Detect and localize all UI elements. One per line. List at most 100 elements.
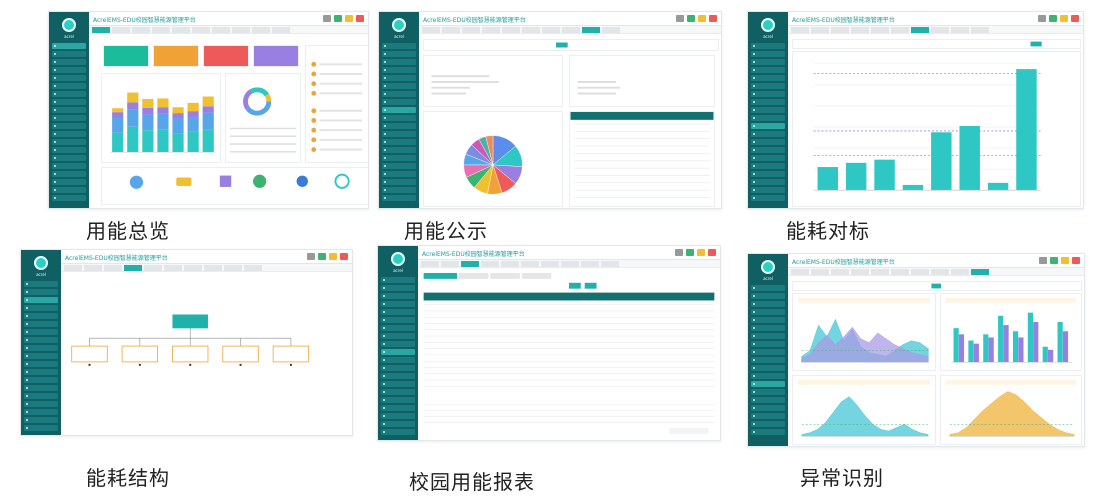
anomaly-chart-3	[792, 375, 936, 445]
filter-bar	[792, 39, 1081, 49]
kpi-card-electric	[103, 45, 149, 67]
stacked-bar-segment	[112, 112, 124, 118]
alert-banner	[945, 379, 1077, 385]
bar	[1003, 325, 1009, 363]
building-info-card	[423, 55, 563, 107]
tree-child-node	[272, 345, 310, 363]
settings-icon[interactable]	[1038, 15, 1046, 22]
ranking-table	[569, 111, 715, 207]
app-title: AcrelEMS-EDU校园智慧能源管理平台	[792, 17, 895, 24]
status-badge-red[interactable]	[1071, 15, 1079, 22]
bar	[1033, 321, 1039, 363]
status-badge-green[interactable]	[318, 253, 326, 260]
stacked-bar-segment	[202, 96, 214, 107]
app-topbar: AcrelEMS-EDU校园智慧能源管理平台	[788, 12, 1083, 26]
bar	[958, 334, 965, 363]
bar	[931, 132, 952, 191]
screenshot-gallery: acrel AcrelEMS-EDU校园智慧能源管理平台 用能总览 acrel …	[0, 0, 1116, 503]
publicity-screenshot: acrel AcrelEMS-EDU校园智慧能源管理平台	[378, 11, 722, 209]
energy-pie-chart	[463, 135, 523, 195]
status-badge-red[interactable]	[709, 15, 717, 22]
status-badge-yellow[interactable]	[697, 249, 705, 256]
app-sidebar: acrel	[748, 254, 788, 446]
settings-icon[interactable]	[676, 15, 684, 22]
bar	[1042, 346, 1048, 363]
tab-strip	[61, 264, 352, 272]
anomaly-chart-1	[792, 293, 936, 371]
app-logo-icon	[392, 18, 406, 32]
bar	[1018, 337, 1024, 363]
filter-bar	[423, 39, 719, 51]
bar	[973, 343, 979, 363]
table-row	[574, 189, 710, 191]
app-title: AcrelEMS-EDU校园智慧能源管理平台	[65, 255, 168, 262]
tree-root-node	[172, 314, 208, 329]
stacked-bar-segment	[172, 118, 184, 134]
structure-screenshot: acrel AcrelEMS-EDU校园智慧能源管理平台	[20, 249, 353, 436]
app-title: AcrelEMS-EDU校园智慧能源管理平台	[792, 259, 895, 266]
stacked-bar-segment	[142, 130, 154, 153]
status-badge-yellow[interactable]	[698, 15, 706, 22]
status-badge-red[interactable]	[1072, 257, 1080, 264]
bar	[1048, 349, 1054, 363]
stacked-bar-segment	[187, 131, 199, 153]
donut-chart	[229, 87, 297, 153]
bar	[845, 162, 867, 191]
status-badge-red[interactable]	[708, 249, 716, 256]
settings-icon[interactable]	[323, 15, 331, 22]
status-badge-red[interactable]	[356, 15, 364, 22]
publicity-content	[423, 37, 719, 207]
status-badge-green[interactable]	[686, 249, 694, 256]
tree-child-node	[172, 345, 209, 363]
table-row	[574, 175, 710, 176]
status-badge-yellow[interactable]	[1060, 15, 1068, 22]
app-topbar: AcrelEMS-EDU校园智慧能源管理平台	[418, 246, 720, 260]
benchmark-bar-chart	[813, 63, 1041, 191]
stacked-bar-chart	[110, 92, 216, 153]
bar	[953, 328, 959, 363]
bar	[902, 184, 924, 191]
status-badge-yellow[interactable]	[1061, 257, 1069, 264]
table-row	[574, 123, 710, 125]
app-logo-icon	[761, 260, 775, 274]
table-row	[574, 153, 710, 154]
app-title: AcrelEMS-EDU校园智慧能源管理平台	[423, 17, 526, 24]
status-badge-green[interactable]	[687, 15, 695, 22]
stacked-bar-segment	[172, 107, 184, 114]
bar	[959, 125, 980, 191]
status-badge-green[interactable]	[1050, 257, 1058, 264]
app-title: AcrelEMS-EDU校园智慧能源管理平台	[422, 251, 525, 258]
status-badge-red[interactable]	[340, 253, 348, 260]
stacked-bar-segment	[187, 102, 199, 112]
overview-screenshot: acrel AcrelEMS-EDU校园智慧能源管理平台	[48, 11, 369, 209]
report-screenshot: acrel AcrelEMS-EDU校园智慧能源管理平台	[377, 245, 721, 441]
stacked-bar-segment	[202, 106, 214, 113]
settings-icon[interactable]	[675, 249, 683, 256]
stacked-bar-segment	[142, 114, 154, 131]
stacked-bar-segment	[187, 117, 199, 132]
stacked-bar-segment	[157, 129, 169, 153]
status-badge-yellow[interactable]	[345, 15, 353, 22]
stacked-bar-segment	[172, 113, 184, 119]
filter-bar	[792, 281, 1082, 291]
settings-icon[interactable]	[307, 253, 315, 260]
status-badge-green[interactable]	[334, 15, 342, 22]
app-sidebar: acrel	[21, 250, 61, 435]
donut-card	[225, 73, 301, 163]
tab-strip	[788, 268, 1084, 276]
table-row	[574, 197, 710, 198]
right-summary-list	[305, 45, 368, 163]
status-badge-green[interactable]	[1049, 15, 1057, 22]
search-button	[931, 283, 941, 289]
caption-structure: 能耗结构	[86, 466, 170, 490]
stacked-bar-segment	[142, 98, 154, 108]
settings-icon[interactable]	[1039, 257, 1047, 264]
stacked-bar-segment	[112, 108, 124, 113]
stacked-bar-segment	[202, 112, 214, 130]
area-series	[949, 391, 1075, 437]
bar	[988, 337, 994, 363]
structure-content	[65, 275, 348, 431]
table-row	[574, 160, 710, 162]
status-badge-yellow[interactable]	[329, 253, 337, 260]
app-sidebar: acrel	[378, 246, 418, 440]
